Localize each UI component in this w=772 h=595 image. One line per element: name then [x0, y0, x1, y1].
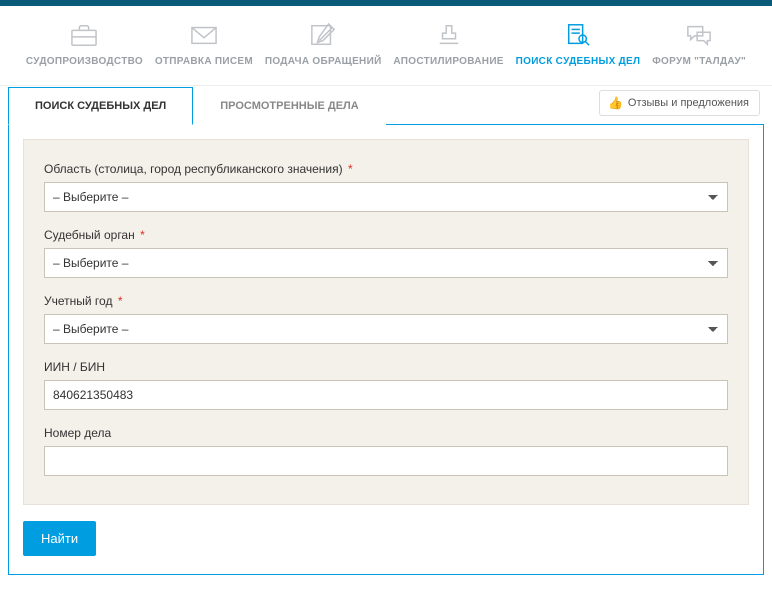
- tab-search-cases[interactable]: ПОИСК СУДЕБНЫХ ДЕЛ: [8, 87, 193, 125]
- search-form: Область (столица, город республиканского…: [23, 139, 749, 505]
- caseno-input[interactable]: [44, 446, 728, 476]
- nav-label: ПОИСК СУДЕБНЫХ ДЕЛ: [516, 56, 641, 67]
- nav-item-appeals[interactable]: ПОДАЧА ОБРАЩЕНИЙ: [265, 20, 382, 67]
- region-label: Область (столица, город республиканского…: [44, 162, 728, 176]
- content-area: 👍 Отзывы и предложения ПОИСК СУДЕБНЫХ ДЕ…: [0, 86, 772, 595]
- iin-input[interactable]: [44, 380, 728, 410]
- court-select[interactable]: – Выберите –: [44, 248, 728, 278]
- nav-item-apostille[interactable]: АПОСТИЛИРОВАНИЕ: [393, 20, 503, 67]
- required-mark: *: [348, 162, 353, 176]
- search-button[interactable]: Найти: [23, 521, 96, 556]
- court-label: Судебный орган *: [44, 228, 728, 242]
- nav-label: ПОДАЧА ОБРАЩЕНИЙ: [265, 56, 382, 67]
- year-label: Учетный год *: [44, 294, 728, 308]
- main-nav: СУДОПРОИЗВОДСТВО ОТПРАВКА ПИСЕМ ПОДАЧА О…: [0, 6, 772, 86]
- tabs: ПОИСК СУДЕБНЫХ ДЕЛ ПРОСМОТРЕННЫЕ ДЕЛА: [8, 87, 764, 125]
- required-mark: *: [118, 294, 123, 308]
- briefcase-icon: [69, 20, 99, 50]
- stamp-icon: [434, 20, 464, 50]
- nav-item-search-cases[interactable]: ПОИСК СУДЕБНЫХ ДЕЛ: [516, 20, 641, 67]
- document-search-icon: [563, 20, 593, 50]
- nav-label: ОТПРАВКА ПИСЕМ: [155, 56, 253, 67]
- nav-label: АПОСТИЛИРОВАНИЕ: [393, 56, 503, 67]
- caseno-label: Номер дела: [44, 426, 728, 440]
- iin-label: ИИН / БИН: [44, 360, 728, 374]
- search-panel: Область (столица, город республиканского…: [8, 124, 764, 575]
- required-mark: *: [140, 228, 145, 242]
- nav-label: ФОРУМ "ТАЛДАУ": [652, 56, 746, 67]
- nav-label: СУДОПРОИЗВОДСТВО: [26, 56, 143, 67]
- chat-icon: [684, 20, 714, 50]
- envelope-icon: [189, 20, 219, 50]
- nav-item-mail[interactable]: ОТПРАВКА ПИСЕМ: [155, 20, 253, 67]
- nav-item-proceedings[interactable]: СУДОПРОИЗВОДСТВО: [26, 20, 143, 67]
- tab-viewed-cases[interactable]: ПРОСМОТРЕННЫЕ ДЕЛА: [193, 87, 385, 125]
- region-select[interactable]: – Выберите –: [44, 182, 728, 212]
- nav-item-forum[interactable]: ФОРУМ "ТАЛДАУ": [652, 20, 746, 67]
- year-select[interactable]: – Выберите –: [44, 314, 728, 344]
- compose-icon: [308, 20, 338, 50]
